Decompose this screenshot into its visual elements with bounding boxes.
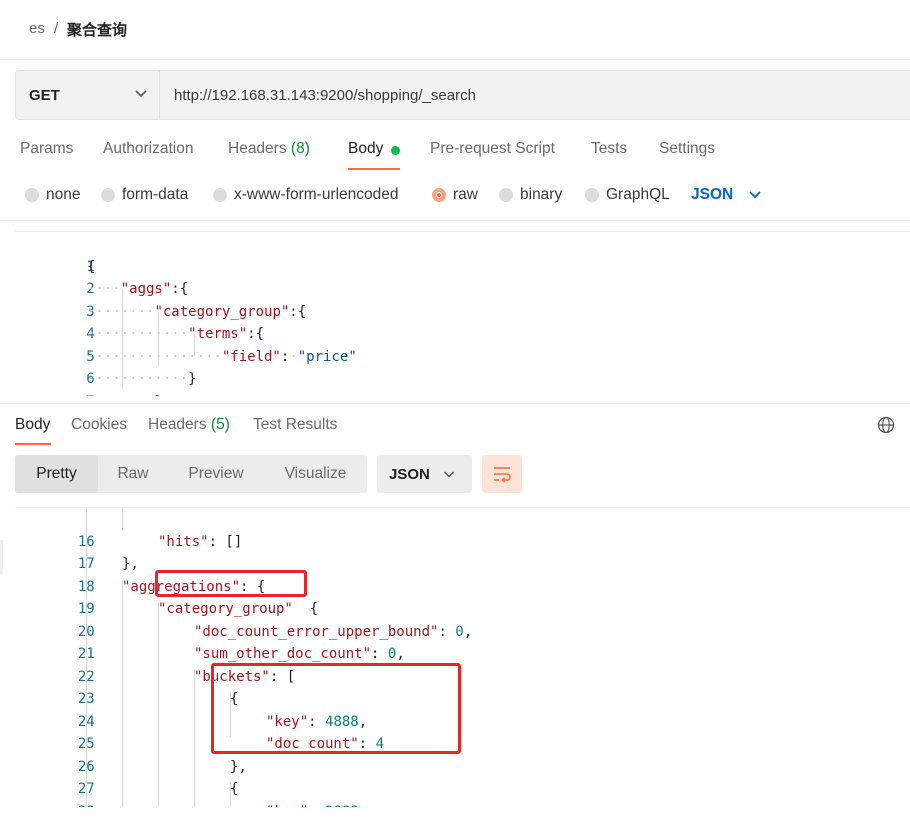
code-line: 28"key": 2888, [15,778,910,808]
code-line: 27{ [77,781,239,797]
tab-headers[interactable]: Headers (8) [228,140,310,158]
wrap-lines-icon [494,467,511,483]
tab-settings[interactable]: Settings [659,140,715,158]
request-name[interactable]: 聚合查询 [67,19,127,40]
code-line: 18 "aggregations": { [77,578,266,595]
tab-pre-request-script[interactable]: Pre-request Script [430,140,555,158]
code-line: 16 "hits": [] [77,533,243,550]
response-body-viewer[interactable]: 16 "hits": [] 17}, 18 "aggregations": { 19… [15,507,910,807]
url-input[interactable]: http://192.168.31.143:9200/shopping/_sea… [174,87,476,104]
code-line: 22 "buckets": [ [77,668,296,685]
view-mode-group: Pretty Raw Preview Visualize [15,455,367,493]
code-line: 3 ········"category_group":{ [86,304,307,320]
response-format-label: JSON [389,466,430,483]
method-label: GET [29,87,60,104]
tab-params[interactable]: Params [20,140,73,158]
view-preview-button[interactable]: Preview [170,455,262,493]
code-line: 21 "sum_other_doc_count": 0, [77,646,405,662]
chevron-down-icon[interactable] [748,190,762,200]
code-line: 23{ [77,691,239,707]
code-line: 24 "key": 4888, [77,713,368,730]
code-line: 7········} [15,369,910,396]
response-tab-body[interactable]: Body [15,416,50,434]
code-line: 20 "doc_count_error_upper_bound": 0, [77,623,473,640]
code-line: 25 "doc_count": 4 [77,736,385,752]
code-line: 1{ [86,259,96,275]
response-tab-test-results[interactable]: Test Results [253,416,337,434]
active-tab-indicator [15,443,51,445]
code-line: 5 ················"field":·"price" [86,349,357,365]
code-line: 2 ····"aggs":{ [86,281,189,297]
body-status-dot [391,146,400,155]
view-raw-button[interactable]: Raw [102,455,164,493]
response-headers-count: (5) [210,416,230,433]
headers-count: (8) [290,140,310,157]
code-line: 4 ············"terms":{ [86,326,265,342]
active-tab-indicator [348,168,400,170]
code-line: 6 ············} [86,371,197,387]
chevron-down-icon [443,471,455,478]
code-line: 29"doc_count": 2 [15,801,910,808]
response-tab-cookies[interactable]: Cookies [71,416,127,434]
request-body-editor[interactable]: 1{ 2 ····"aggs":{ 3 ········"category_grou… [15,231,910,396]
method-select[interactable]: GET [16,71,160,119]
wrap-lines-button[interactable] [482,455,522,493]
chevron-down-icon [135,90,147,98]
breadcrumb: es / 聚合查询 [0,0,910,60]
response-tab-headers[interactable]: Headers (5) [148,416,230,434]
code-line: 26}, [77,758,247,775]
sidebar-edge [0,540,3,574]
tab-body[interactable]: Body [348,140,383,158]
tab-authorization[interactable]: Authorization [103,140,193,158]
code-line: 19 "category_group" { [77,601,319,617]
view-visualize-button[interactable]: Visualize [268,455,363,493]
body-language-select[interactable]: JSON [691,186,733,204]
divider [0,403,910,404]
tab-tests[interactable]: Tests [591,140,627,158]
code-line: 17}, [77,556,139,572]
view-pretty-button[interactable]: Pretty [15,455,98,493]
request-url-bar: GET http://192.168.31.143:9200/shopping/… [15,70,910,120]
globe-icon[interactable] [877,416,895,434]
breadcrumb-separator: / [54,20,59,37]
divider [0,220,910,221]
breadcrumb-collection[interactable]: es [29,20,45,37]
response-format-select[interactable]: JSON [377,455,472,493]
